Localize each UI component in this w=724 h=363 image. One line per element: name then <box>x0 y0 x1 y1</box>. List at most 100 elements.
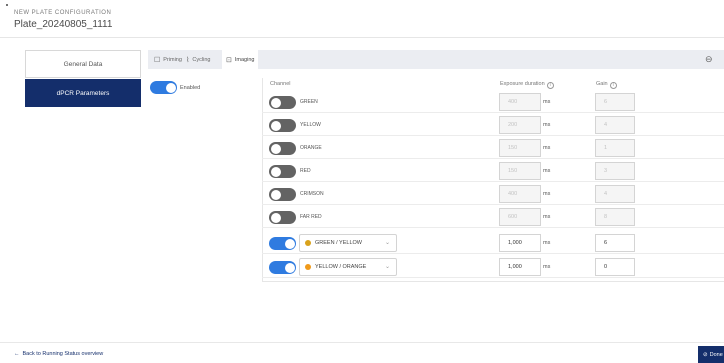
exposure-input[interactable]: 150 <box>499 139 541 157</box>
channel-row: GREEN 400 ms 6 <box>262 91 724 113</box>
sidebar: General Data dPCR Parameters <box>25 50 141 107</box>
tab-priming[interactable]: ☐ Priming <box>150 50 186 69</box>
toggle-knob <box>165 82 176 93</box>
channel-toggle[interactable] <box>269 237 296 250</box>
exposure-input[interactable]: 400 <box>499 185 541 203</box>
column-header-gain: Gain i <box>596 81 617 89</box>
toggle-knob <box>270 143 281 154</box>
toggle-knob <box>270 166 281 177</box>
channel-row: YELLOW / ORANGE ⌄ 1,000 ms 0 <box>262 256 724 278</box>
channel-name: YELLOW <box>300 122 321 128</box>
enabled-toggle[interactable] <box>150 81 177 94</box>
exposure-input[interactable]: 200 <box>499 116 541 134</box>
tab-bar: ☐ Priming ⌇ Cycling ⊡ Imaging <box>148 50 724 69</box>
done-button[interactable]: ⊘ Done <box>698 346 724 363</box>
exposure-unit: ms <box>543 240 551 246</box>
done-button-label: Done <box>709 351 723 358</box>
chevron-down-icon: ⌄ <box>384 240 390 246</box>
imaging-icon: ⊡ <box>226 56 232 64</box>
channel-row: GREEN / YELLOW ⌄ 1,000 ms 6 <box>262 232 724 254</box>
channel-toggle[interactable] <box>269 188 296 201</box>
tab-imaging[interactable]: ⊡ Imaging <box>222 50 259 69</box>
column-header-exposure: Exposure duration i <box>500 81 554 89</box>
tab-label: Imaging <box>234 56 255 63</box>
arrow-left-icon: ← <box>14 351 20 357</box>
exposure-input[interactable]: 600 <box>499 208 541 226</box>
toggle-knob <box>270 120 281 131</box>
toggle-knob <box>284 262 295 273</box>
exposure-unit: ms <box>543 264 551 270</box>
check-circle-icon: ⊘ <box>703 351 708 358</box>
enabled-control: Enabled <box>150 81 200 94</box>
gain-input[interactable]: 6 <box>595 234 635 252</box>
channel-select[interactable]: GREEN / YELLOW ⌄ <box>299 234 397 252</box>
sidebar-item-label: dPCR Parameters <box>56 89 110 97</box>
gain-input[interactable]: 1 <box>595 139 635 157</box>
window-dot <box>6 4 8 6</box>
exposure-input[interactable]: 1,000 <box>499 234 541 252</box>
toggle-knob <box>270 212 281 223</box>
column-header-channel: Channel <box>270 81 291 87</box>
exposure-unit: ms <box>543 214 551 220</box>
gain-input[interactable]: 3 <box>595 162 635 180</box>
priming-icon: ☐ <box>154 56 161 64</box>
chevron-down-icon: ⌄ <box>384 264 390 270</box>
settings-icon[interactable]: ⊖ <box>705 54 713 65</box>
column-header-label: Channel <box>270 81 291 87</box>
column-header-label: Exposure duration <box>500 81 545 87</box>
channel-row: YELLOW 200 ms 4 <box>262 114 724 136</box>
page-subtitle: NEW PLATE CONFIGURATION <box>14 10 112 16</box>
channel-toggle[interactable] <box>269 96 296 109</box>
sidebar-item-dpcr-parameters[interactable]: dPCR Parameters <box>25 79 141 107</box>
channel-row: CRIMSON 400 ms 4 <box>262 183 724 205</box>
channel-toggle[interactable] <box>269 119 296 132</box>
info-icon[interactable]: i <box>546 82 554 89</box>
header-divider <box>0 37 724 38</box>
channel-toggle[interactable] <box>269 165 296 178</box>
channel-name: FAR RED <box>300 214 322 220</box>
exposure-unit: ms <box>543 99 551 105</box>
gain-input[interactable]: 0 <box>595 258 635 276</box>
channel-select[interactable]: YELLOW / ORANGE ⌄ <box>299 258 397 276</box>
gain-input[interactable]: 6 <box>595 93 635 111</box>
exposure-unit: ms <box>543 145 551 151</box>
channel-color-dot <box>305 264 311 270</box>
toggle-knob <box>270 97 281 108</box>
tab-cycling[interactable]: ⌇ Cycling <box>182 50 214 69</box>
channel-select-value: YELLOW / ORANGE <box>315 264 367 270</box>
channel-name: RED <box>300 168 311 174</box>
page-title: Plate_20240805_1111 <box>14 19 113 30</box>
channel-row: RED 150 ms 3 <box>262 160 724 182</box>
exposure-input[interactable]: 150 <box>499 162 541 180</box>
sidebar-item-general-data[interactable]: General Data <box>25 50 141 78</box>
channel-row: ORANGE 150 ms 1 <box>262 137 724 159</box>
column-header-label: Gain <box>596 81 608 87</box>
exposure-input[interactable]: 1,000 <box>499 258 541 276</box>
exposure-unit: ms <box>543 191 551 197</box>
info-icon[interactable]: i <box>609 82 617 89</box>
tab-label: Cycling <box>192 56 211 63</box>
channel-name: GREEN <box>300 99 318 105</box>
back-link-label: Back to Running Status overview <box>22 351 104 357</box>
exposure-unit: ms <box>543 122 551 128</box>
gain-input[interactable]: 4 <box>595 116 635 134</box>
channel-select-value: GREEN / YELLOW <box>315 240 362 246</box>
channel-color-dot <box>305 240 311 246</box>
back-link[interactable]: ← Back to Running Status overview <box>14 351 103 357</box>
cycling-icon: ⌇ <box>186 56 190 64</box>
gain-input[interactable]: 8 <box>595 208 635 226</box>
sidebar-item-label: General Data <box>63 60 103 68</box>
exposure-input[interactable]: 400 <box>499 93 541 111</box>
toggle-knob <box>270 189 281 200</box>
channel-toggle[interactable] <box>269 142 296 155</box>
gain-input[interactable]: 4 <box>595 185 635 203</box>
exposure-unit: ms <box>543 168 551 174</box>
tab-label: Priming <box>163 56 182 63</box>
channel-name: ORANGE <box>300 145 322 151</box>
channel-toggle[interactable] <box>269 261 296 274</box>
footer-divider <box>0 342 724 343</box>
channel-toggle[interactable] <box>269 211 296 224</box>
toggle-knob <box>284 238 295 249</box>
channel-name: CRIMSON <box>300 191 324 197</box>
enabled-label: Enabled <box>180 84 201 91</box>
